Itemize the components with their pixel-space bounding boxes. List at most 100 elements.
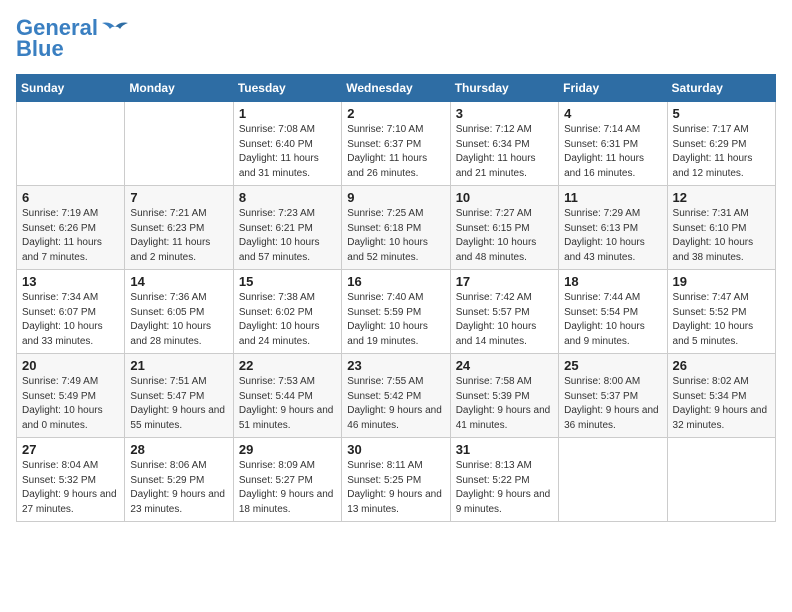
day-info: Sunrise: 7:12 AM Sunset: 6:34 PM Dayligh… (456, 123, 553, 181)
day-number: 7 (130, 190, 227, 205)
day-info: Sunrise: 8:00 AM Sunset: 5:37 PM Dayligh… (564, 375, 661, 433)
day-number: 14 (130, 274, 227, 289)
calendar-cell: 17 Sunrise: 7:42 AM Sunset: 5:57 PM Dayli… (450, 270, 558, 354)
calendar-cell: 23 Sunrise: 7:55 AM Sunset: 5:42 PM Dayli… (342, 354, 450, 438)
day-number: 15 (239, 274, 336, 289)
calendar-week-2: 6 Sunrise: 7:19 AM Sunset: 6:26 PM Daylig… (17, 186, 776, 270)
calendar-cell: 18 Sunrise: 7:44 AM Sunset: 5:54 PM Dayli… (559, 270, 667, 354)
logo-bird-icon (100, 19, 130, 39)
day-info: Sunrise: 7:19 AM Sunset: 6:26 PM Dayligh… (22, 207, 119, 265)
day-number: 17 (456, 274, 553, 289)
day-info: Sunrise: 7:40 AM Sunset: 5:59 PM Dayligh… (347, 291, 444, 349)
day-info: Sunrise: 8:09 AM Sunset: 5:27 PM Dayligh… (239, 459, 336, 517)
day-info: Sunrise: 7:27 AM Sunset: 6:15 PM Dayligh… (456, 207, 553, 265)
calendar-cell: 3 Sunrise: 7:12 AM Sunset: 6:34 PM Daylig… (450, 102, 558, 186)
day-number: 25 (564, 358, 661, 373)
day-number: 23 (347, 358, 444, 373)
calendar-cell (667, 438, 775, 522)
calendar-cell: 25 Sunrise: 8:00 AM Sunset: 5:37 PM Dayli… (559, 354, 667, 438)
calendar-cell: 12 Sunrise: 7:31 AM Sunset: 6:10 PM Dayli… (667, 186, 775, 270)
page-header: General Blue (16, 16, 776, 62)
day-number: 6 (22, 190, 119, 205)
day-number: 19 (673, 274, 770, 289)
weekday-header-wednesday: Wednesday (342, 75, 450, 102)
day-info: Sunrise: 7:17 AM Sunset: 6:29 PM Dayligh… (673, 123, 770, 181)
calendar-cell: 31 Sunrise: 8:13 AM Sunset: 5:22 PM Dayli… (450, 438, 558, 522)
day-info: Sunrise: 8:06 AM Sunset: 5:29 PM Dayligh… (130, 459, 227, 517)
day-number: 27 (22, 442, 119, 457)
calendar-cell: 2Sunrise: 7:10 AM Sunset: 6:37 PM Daylig… (342, 102, 450, 186)
calendar-cell: 7 Sunrise: 7:21 AM Sunset: 6:23 PM Daylig… (125, 186, 233, 270)
calendar-cell: 26 Sunrise: 8:02 AM Sunset: 5:34 PM Dayli… (667, 354, 775, 438)
day-info: Sunrise: 7:23 AM Sunset: 6:21 PM Dayligh… (239, 207, 336, 265)
day-number: 30 (347, 442, 444, 457)
calendar-cell (125, 102, 233, 186)
day-number: 3 (456, 106, 553, 121)
calendar-cell: 15 Sunrise: 7:38 AM Sunset: 6:02 PM Dayli… (233, 270, 341, 354)
calendar-cell: 8Sunrise: 7:23 AM Sunset: 6:21 PM Daylig… (233, 186, 341, 270)
day-number: 20 (22, 358, 119, 373)
day-number: 2 (347, 106, 444, 121)
day-number: 10 (456, 190, 553, 205)
calendar-cell: 16 Sunrise: 7:40 AM Sunset: 5:59 PM Dayli… (342, 270, 450, 354)
day-info: Sunrise: 7:38 AM Sunset: 6:02 PM Dayligh… (239, 291, 336, 349)
calendar-header-row: SundayMondayTuesdayWednesdayThursdayFrid… (17, 75, 776, 102)
weekday-header-monday: Monday (125, 75, 233, 102)
calendar-cell: 9Sunrise: 7:25 AM Sunset: 6:18 PM Daylig… (342, 186, 450, 270)
weekday-header-tuesday: Tuesday (233, 75, 341, 102)
calendar-cell: 11 Sunrise: 7:29 AM Sunset: 6:13 PM Dayli… (559, 186, 667, 270)
calendar-week-1: 1 Sunrise: 7:08 AM Sunset: 6:40 PM Daylig… (17, 102, 776, 186)
weekday-header-thursday: Thursday (450, 75, 558, 102)
day-number: 18 (564, 274, 661, 289)
day-number: 1 (239, 106, 336, 121)
day-info: Sunrise: 7:34 AM Sunset: 6:07 PM Dayligh… (22, 291, 119, 349)
day-number: 16 (347, 274, 444, 289)
calendar-cell: 28 Sunrise: 8:06 AM Sunset: 5:29 PM Dayli… (125, 438, 233, 522)
calendar-cell: 14Sunrise: 7:36 AM Sunset: 6:05 PM Dayli… (125, 270, 233, 354)
calendar-cell: 20 Sunrise: 7:49 AM Sunset: 5:49 PM Dayli… (17, 354, 125, 438)
day-number: 5 (673, 106, 770, 121)
day-number: 31 (456, 442, 553, 457)
day-info: Sunrise: 7:31 AM Sunset: 6:10 PM Dayligh… (673, 207, 770, 265)
day-info: Sunrise: 7:29 AM Sunset: 6:13 PM Dayligh… (564, 207, 661, 265)
weekday-header-sunday: Sunday (17, 75, 125, 102)
logo: General Blue (16, 16, 130, 62)
day-number: 21 (130, 358, 227, 373)
day-number: 11 (564, 190, 661, 205)
day-info: Sunrise: 7:08 AM Sunset: 6:40 PM Dayligh… (239, 123, 336, 181)
calendar-cell: 29 Sunrise: 8:09 AM Sunset: 5:27 PM Dayli… (233, 438, 341, 522)
day-info: Sunrise: 7:42 AM Sunset: 5:57 PM Dayligh… (456, 291, 553, 349)
day-info: Sunrise: 8:04 AM Sunset: 5:32 PM Dayligh… (22, 459, 119, 517)
day-info: Sunrise: 7:58 AM Sunset: 5:39 PM Dayligh… (456, 375, 553, 433)
day-number: 22 (239, 358, 336, 373)
day-info: Sunrise: 7:55 AM Sunset: 5:42 PM Dayligh… (347, 375, 444, 433)
day-number: 4 (564, 106, 661, 121)
day-info: Sunrise: 7:47 AM Sunset: 5:52 PM Dayligh… (673, 291, 770, 349)
day-info: Sunrise: 7:44 AM Sunset: 5:54 PM Dayligh… (564, 291, 661, 349)
day-number: 13 (22, 274, 119, 289)
calendar-week-3: 13 Sunrise: 7:34 AM Sunset: 6:07 PM Dayli… (17, 270, 776, 354)
day-number: 29 (239, 442, 336, 457)
day-number: 26 (673, 358, 770, 373)
weekday-header-saturday: Saturday (667, 75, 775, 102)
calendar-cell: 5 Sunrise: 7:17 AM Sunset: 6:29 PM Daylig… (667, 102, 775, 186)
weekday-header-friday: Friday (559, 75, 667, 102)
calendar-cell: 10 Sunrise: 7:27 AM Sunset: 6:15 PM Dayli… (450, 186, 558, 270)
day-number: 28 (130, 442, 227, 457)
calendar-cell: 19 Sunrise: 7:47 AM Sunset: 5:52 PM Dayli… (667, 270, 775, 354)
calendar-cell: 13 Sunrise: 7:34 AM Sunset: 6:07 PM Dayli… (17, 270, 125, 354)
calendar-cell: 21 Sunrise: 7:51 AM Sunset: 5:47 PM Dayli… (125, 354, 233, 438)
calendar-cell (559, 438, 667, 522)
day-info: Sunrise: 7:49 AM Sunset: 5:49 PM Dayligh… (22, 375, 119, 433)
day-info: Sunrise: 8:02 AM Sunset: 5:34 PM Dayligh… (673, 375, 770, 433)
day-info: Sunrise: 7:21 AM Sunset: 6:23 PM Dayligh… (130, 207, 227, 265)
calendar-table: SundayMondayTuesdayWednesdayThursdayFrid… (16, 74, 776, 522)
calendar-cell: 1 Sunrise: 7:08 AM Sunset: 6:40 PM Daylig… (233, 102, 341, 186)
logo-blue: Blue (16, 36, 64, 62)
day-info: Sunrise: 7:53 AM Sunset: 5:44 PM Dayligh… (239, 375, 336, 433)
day-info: Sunrise: 7:51 AM Sunset: 5:47 PM Dayligh… (130, 375, 227, 433)
day-info: Sunrise: 8:13 AM Sunset: 5:22 PM Dayligh… (456, 459, 553, 517)
day-number: 12 (673, 190, 770, 205)
calendar-cell: 22 Sunrise: 7:53 AM Sunset: 5:44 PM Dayli… (233, 354, 341, 438)
day-number: 9 (347, 190, 444, 205)
